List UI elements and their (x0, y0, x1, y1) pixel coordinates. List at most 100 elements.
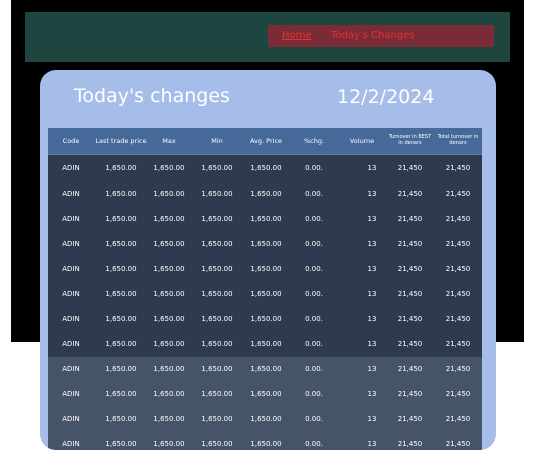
cell-min: 1,650.00 (193, 232, 241, 257)
cell-value: 13 (367, 364, 377, 373)
column-header-max[interactable]: Max (145, 128, 193, 154)
cell-turnover-best: 21,450 (386, 232, 434, 257)
cell-code: ADIN (48, 307, 94, 332)
cell-value: 1,650.00 (153, 189, 185, 198)
cell-volume: 13 (338, 182, 386, 207)
column-header-total-turnover[interactable]: Total turnover in denars (434, 128, 482, 154)
cell-value: ADIN (62, 264, 80, 273)
column-header-code[interactable]: Code (48, 128, 94, 154)
cell-value: 1,650.00 (201, 364, 233, 373)
table-row[interactable]: ADIN 1,650.00 1,650.00 1,650.00 1,650.00 0.00… (48, 155, 482, 182)
cell-value: 1,650.00 (201, 264, 233, 273)
cell-value: 1,650.00 (153, 239, 185, 248)
cell-last-trade-price: 1,650.00 (95, 382, 147, 407)
cell-volume: 13 (338, 282, 386, 307)
cell-value: 21,450 (445, 239, 471, 248)
cell-value: 1,650.00 (201, 314, 233, 323)
cell-value: 1,650.00 (153, 414, 185, 423)
cell-pct-change: 0.00. (291, 282, 337, 307)
cell-last-trade-price: 1,650.00 (95, 307, 147, 332)
column-header-volume[interactable]: Volume (338, 128, 386, 154)
cell-max: 1,650.00 (145, 407, 193, 432)
cell-value: 21,450 (445, 439, 471, 448)
cell-value: 0.00. (305, 289, 323, 298)
cell-value: 21,450 (397, 214, 423, 223)
cell-value: 1,650.00 (153, 289, 185, 298)
page: Home Today's Changes Today's changes 12/… (0, 0, 538, 467)
cell-value: 1,650.00 (250, 264, 282, 273)
cell-value: 1,650.00 (105, 314, 137, 323)
cell-avg-price: 1,650.00 (241, 357, 291, 382)
table-row[interactable]: ADIN 1,650.00 1,650.00 1,650.00 1,650.00 0.00… (48, 257, 482, 282)
cell-value: ADIN (62, 364, 80, 373)
table-row[interactable]: ADIN 1,650.00 1,650.00 1,650.00 1,650.00 0.00… (48, 357, 482, 382)
cell-value: 1,650.00 (105, 264, 137, 273)
cell-total-turnover: 21,450 (434, 282, 482, 307)
cell-max: 1,650.00 (145, 332, 193, 357)
table-row[interactable]: ADIN 1,650.00 1,650.00 1,650.00 1,650.00 0.00… (48, 382, 482, 407)
breadcrumb-home-link[interactable]: Home (282, 30, 312, 41)
cell-value: 1,650.00 (250, 364, 282, 373)
breadcrumb: Home Today's Changes (268, 25, 494, 47)
cell-max: 1,650.00 (145, 282, 193, 307)
cell-value: 21,450 (397, 289, 423, 298)
cell-avg-price: 1,650.00 (241, 207, 291, 232)
cell-total-turnover: 21,450 (434, 257, 482, 282)
column-header-pct-change[interactable]: %chg. (291, 128, 337, 154)
cell-value: 1,650.00 (201, 214, 233, 223)
cell-value: 21,450 (397, 314, 423, 323)
cell-value: ADIN (62, 214, 80, 223)
table-row[interactable]: ADIN 1,650.00 1,650.00 1,650.00 1,650.00 0.00… (48, 282, 482, 307)
table-header: Code Last trade price Max Min Avg. Price… (48, 128, 482, 155)
cell-value: 1,650.00 (201, 339, 233, 348)
table-row[interactable]: ADIN 1,650.00 1,650.00 1,650.00 1,650.00 0.00… (48, 432, 482, 450)
cell-value: ADIN (62, 314, 80, 323)
table-row[interactable]: ADIN 1,650.00 1,650.00 1,650.00 1,650.00 0.00… (48, 182, 482, 207)
cell-code: ADIN (48, 155, 94, 182)
cell-value: 1,650.00 (201, 163, 233, 172)
cell-last-trade-price: 1,650.00 (95, 257, 147, 282)
cell-value: 0.00. (305, 314, 323, 323)
cell-value: 1,650.00 (105, 364, 137, 373)
page-title: Today's changes (74, 85, 230, 107)
cell-last-trade-price: 1,650.00 (95, 232, 147, 257)
cell-pct-change: 0.00. (291, 257, 337, 282)
column-header-avg-price[interactable]: Avg. Price (241, 128, 291, 154)
cell-turnover-best: 21,450 (386, 155, 434, 182)
column-header-turnover-best[interactable]: Turnover in BEST in denars (386, 128, 434, 154)
cell-min: 1,650.00 (193, 307, 241, 332)
cell-value: 0.00. (305, 163, 323, 172)
column-header-last-trade-price[interactable]: Last trade price (95, 128, 147, 154)
cell-value: 1,650.00 (105, 439, 137, 448)
cell-last-trade-price: 1,650.00 (95, 432, 147, 450)
cell-max: 1,650.00 (145, 307, 193, 332)
cell-value: 13 (367, 189, 377, 198)
table-row[interactable]: ADIN 1,650.00 1,650.00 1,650.00 1,650.00 0.00… (48, 232, 482, 257)
table-row[interactable]: ADIN 1,650.00 1,650.00 1,650.00 1,650.00 0.00… (48, 307, 482, 332)
cell-value: 1,650.00 (105, 163, 137, 172)
cell-total-turnover: 21,450 (434, 432, 482, 450)
cell-min: 1,650.00 (193, 332, 241, 357)
column-header-min[interactable]: Min (193, 128, 241, 154)
cell-min: 1,650.00 (193, 382, 241, 407)
cell-avg-price: 1,650.00 (241, 407, 291, 432)
cell-total-turnover: 21,450 (434, 182, 482, 207)
cell-value: 0.00. (305, 214, 323, 223)
cell-value: 1,650.00 (153, 314, 185, 323)
cell-value: 21,450 (397, 163, 423, 172)
cell-value: 21,450 (397, 189, 423, 198)
table-row[interactable]: ADIN 1,650.00 1,650.00 1,650.00 1,650.00 0.00… (48, 332, 482, 357)
cell-total-turnover: 21,450 (434, 155, 482, 182)
cell-value: 1,650.00 (250, 314, 282, 323)
cell-code: ADIN (48, 282, 94, 307)
cell-value: 21,450 (445, 163, 471, 172)
cell-pct-change: 0.00. (291, 382, 337, 407)
table-row[interactable]: ADIN 1,650.00 1,650.00 1,650.00 1,650.00 0.00… (48, 407, 482, 432)
cell-value: ADIN (62, 389, 80, 398)
cell-last-trade-price: 1,650.00 (95, 357, 147, 382)
cell-pct-change: 0.00. (291, 407, 337, 432)
cell-value: 1,650.00 (153, 439, 185, 448)
cell-value: 21,450 (397, 364, 423, 373)
table-row[interactable]: ADIN 1,650.00 1,650.00 1,650.00 1,650.00 0.00… (48, 207, 482, 232)
cell-pct-change: 0.00. (291, 232, 337, 257)
